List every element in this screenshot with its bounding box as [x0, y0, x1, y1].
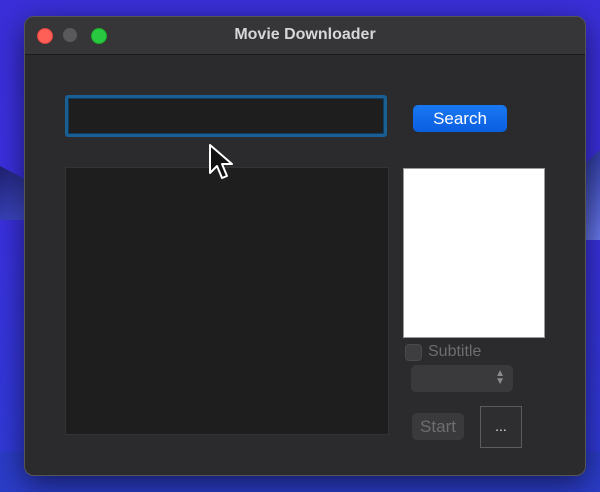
updown-chevron-icon: ▲ ▼: [495, 368, 505, 387]
subtitle-language-select[interactable]: ▲ ▼: [411, 365, 513, 392]
title-bar[interactable]: Movie Downloader: [25, 17, 585, 55]
subtitle-label: Subtitle: [428, 343, 482, 360]
search-button[interactable]: Search: [413, 105, 507, 132]
search-input[interactable]: [65, 95, 387, 137]
app-window: Movie Downloader Search Subtitle ▲ ▼ Star…: [24, 16, 586, 476]
start-button[interactable]: Start: [412, 413, 464, 440]
subtitle-option[interactable]: Subtitle: [405, 343, 481, 361]
subtitle-checkbox[interactable]: [405, 343, 422, 361]
poster-preview: [403, 168, 545, 338]
results-list[interactable]: [65, 167, 389, 435]
window-title: Movie Downloader: [234, 26, 376, 43]
more-options-button[interactable]: ...: [480, 406, 522, 448]
mouse-pointer-icon: [209, 144, 233, 179]
